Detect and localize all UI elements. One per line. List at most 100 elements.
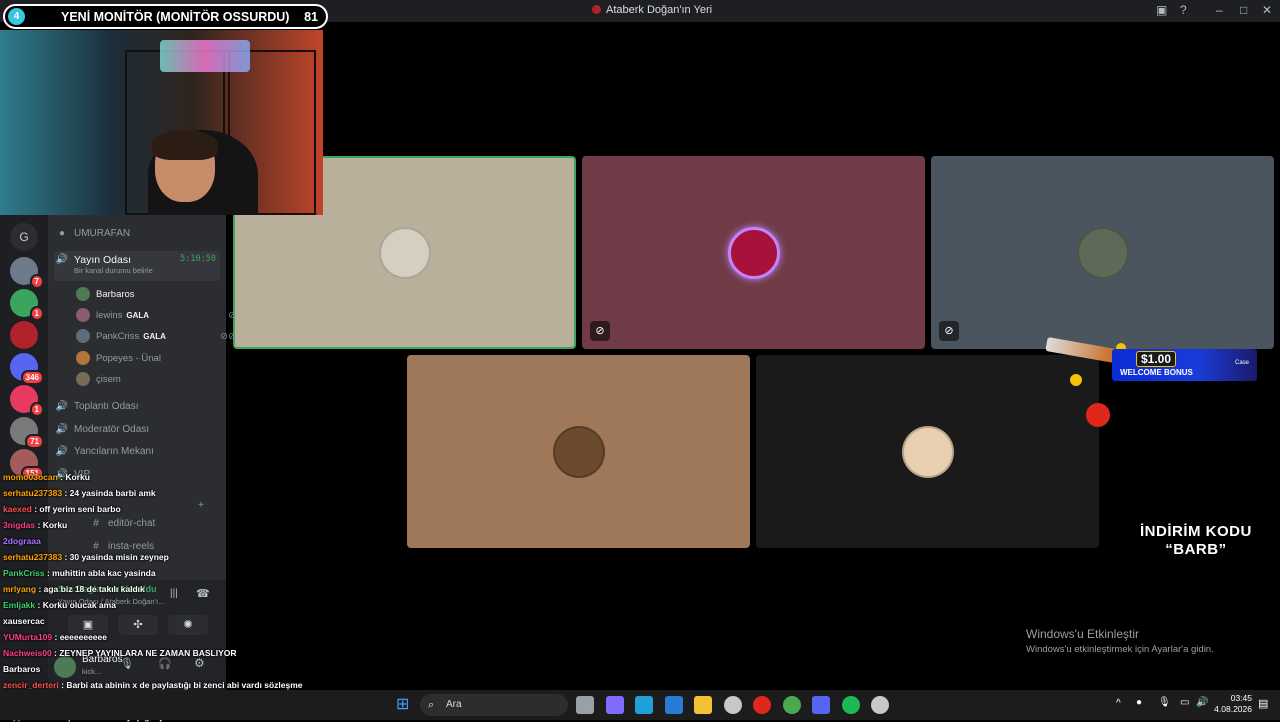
chat-username: PankCriss <box>3 568 45 578</box>
chat-text: eeeeeeeeee <box>59 632 107 642</box>
notification-icon[interactable]: ▤ <box>1258 697 1268 710</box>
outlook-icon[interactable] <box>664 696 683 714</box>
voice-user-row[interactable]: ● UMURAFAN <box>54 223 220 243</box>
avatar <box>76 308 90 322</box>
chat-username: 2dograaa <box>3 536 41 546</box>
chat-message: kaexed : off yerim seni barbo <box>3 504 121 514</box>
banner-subtitle: WELCOME BONUS <box>1120 368 1193 377</box>
avatar <box>76 287 90 301</box>
voice-user-row[interactable]: çisem <box>76 370 121 388</box>
chat-message: momo03ocan : Korku <box>3 472 90 482</box>
tray-app-icon[interactable]: ● <box>1136 697 1142 708</box>
banner-amount: $1.00 <box>1136 351 1177 367</box>
mute-icon: ⊘ <box>228 309 236 321</box>
video-tile-5[interactable] <box>756 355 1099 548</box>
chat-text: Barbi ata abinin x de paylastığı bi zenc… <box>66 680 303 690</box>
chat-text: Korku <box>65 472 90 482</box>
channel-status: Bir kanal durumu belirle <box>74 266 153 275</box>
avatar <box>76 351 90 365</box>
chat-text: Korku <box>42 520 68 530</box>
chat-message: serhatu237383 : 30 yasinda misin zeynep <box>3 552 169 562</box>
stream-title-text: YENİ MONİTÖR (MONİTÖR OSSURDU) <box>61 10 290 24</box>
voice-user-row[interactable]: lewins GALA ⊘ <box>76 306 236 324</box>
server-icon[interactable] <box>10 321 38 349</box>
username: lewins <box>96 309 123 321</box>
network-icon[interactable]: ▭ <box>1180 697 1189 708</box>
speaker-icon: 🔊 <box>55 423 69 435</box>
chat-message: Barbaros <box>3 664 40 674</box>
chat-username: Emljakk <box>3 600 36 610</box>
server-icon[interactable]: 346 <box>10 353 44 385</box>
help-icon[interactable]: ? <box>1180 3 1187 17</box>
voice-user-row[interactable]: Barbaros <box>76 285 135 303</box>
user-tag: GALA <box>126 310 150 320</box>
tray-overflow-icon[interactable]: ^ <box>1116 698 1121 709</box>
taskbar-clock[interactable]: 03:45 4.08.2026 <box>1214 693 1252 715</box>
steam-icon[interactable] <box>871 696 889 714</box>
discount-line-1: İNDİRİM KODU <box>1140 523 1252 540</box>
video-tile-4[interactable] <box>407 355 750 548</box>
inbox-icon[interactable]: ▣ <box>1156 3 1167 17</box>
microphone-tray-icon[interactable]: 🎙 <box>1158 697 1171 708</box>
window-title: Ataberk Doğan'ın Yeri <box>592 4 712 16</box>
spotify-icon[interactable] <box>841 696 860 714</box>
server-icon[interactable]: 71 <box>10 417 44 449</box>
chat-username: 3nigdas <box>3 520 36 530</box>
participant-avatar <box>1076 226 1129 279</box>
speaker-icon: 🔊 <box>55 254 69 265</box>
server-icon[interactable]: 1 <box>10 385 44 417</box>
chat-username: zencir_derteri <box>3 680 59 690</box>
windows-activation-watermark: Windows'u Etkinleştir Windows'u etkinleş… <box>1026 627 1214 655</box>
stream-chat-overlay: momo03ocan : Korku serhatu237383 : 24 yas… <box>0 470 303 722</box>
voice-channel-yancilarin-mekani[interactable]: 🔊 Yancıların Mekanı <box>54 441 220 461</box>
chat-username: serhatu237383 <box>3 552 63 562</box>
server-icon[interactable]: 7 <box>10 257 44 289</box>
cube-logo <box>160 40 250 72</box>
server-icon[interactable]: 1 <box>10 289 44 321</box>
chat-message: 2dograaa <box>3 536 41 546</box>
chat-message: Emljakk : Korku olucak ama <box>3 600 116 610</box>
chat-message: xausercac <box>3 616 45 626</box>
stream-title-number: 4 <box>8 8 25 25</box>
maximize-button[interactable]: □ <box>1240 3 1247 17</box>
copilot-icon[interactable] <box>605 696 624 714</box>
minimize-button[interactable]: – <box>1216 3 1223 17</box>
chrome-icon[interactable] <box>782 696 801 714</box>
edge-icon[interactable] <box>635 696 653 714</box>
clock-date: 4.08.2026 <box>1214 704 1252 714</box>
voice-channel-moderator-odasi[interactable]: 🔊 Moderatör Odası <box>54 419 220 439</box>
participant-avatar <box>378 226 431 279</box>
chat-username: kaexed <box>3 504 32 514</box>
voice-user-row[interactable]: PankCriss GALA ⊘⊘ <box>76 327 236 345</box>
streamer-hair <box>152 130 218 160</box>
taskbar-search[interactable]: ⌕ Ara <box>420 694 568 716</box>
file-explorer-icon[interactable] <box>694 696 712 714</box>
stream-title-count: 81 <box>304 10 318 24</box>
video-tile-2[interactable]: ⊘ <box>582 156 925 349</box>
task-view-icon[interactable] <box>576 696 594 714</box>
chat-message: zencir_derteri : Barbi ata abinin x de p… <box>3 680 303 690</box>
discord-icon[interactable] <box>812 696 830 714</box>
avatar <box>76 329 90 343</box>
xbox-icon[interactable] <box>723 696 742 714</box>
voice-channel-toplanti-odasi[interactable]: 🔊 Toplantı Odası <box>54 396 220 416</box>
username: Barbaros <box>96 288 135 300</box>
voice-channel-yayin-odasi[interactable]: 🔊 Yayın Odası Bir kanal durumu belirle 5… <box>54 251 220 281</box>
channel-name: Yayın Odası <box>74 254 132 266</box>
chat-text: 24 yasinda barbi amk <box>69 488 156 498</box>
volume-icon[interactable]: 🔊 <box>1196 697 1208 708</box>
chat-message: Nachweis00 : ZEYNEP YAYINLARA NE ZAMAN B… <box>3 648 237 658</box>
chat-username: serhatu237383 <box>3 488 63 498</box>
server-icon[interactable]: G <box>10 223 38 251</box>
windows-start-icon[interactable]: ⊞ <box>396 696 414 714</box>
opera-icon[interactable] <box>753 696 771 714</box>
video-tile-3[interactable]: ⊘ <box>931 156 1274 349</box>
watermark-title: Windows'u Etkinleştir <box>1026 627 1139 641</box>
participant-avatar <box>552 425 605 478</box>
chat-username: mrlyang <box>3 584 37 594</box>
chat-text: Korku olucak ama <box>42 600 116 610</box>
chat-username: xausercac <box>3 616 45 626</box>
discount-line-2: “BARB” <box>1165 541 1227 558</box>
close-button[interactable]: ✕ <box>1262 3 1272 17</box>
voice-user-row[interactable]: Popeyes - Ünal <box>76 349 161 367</box>
